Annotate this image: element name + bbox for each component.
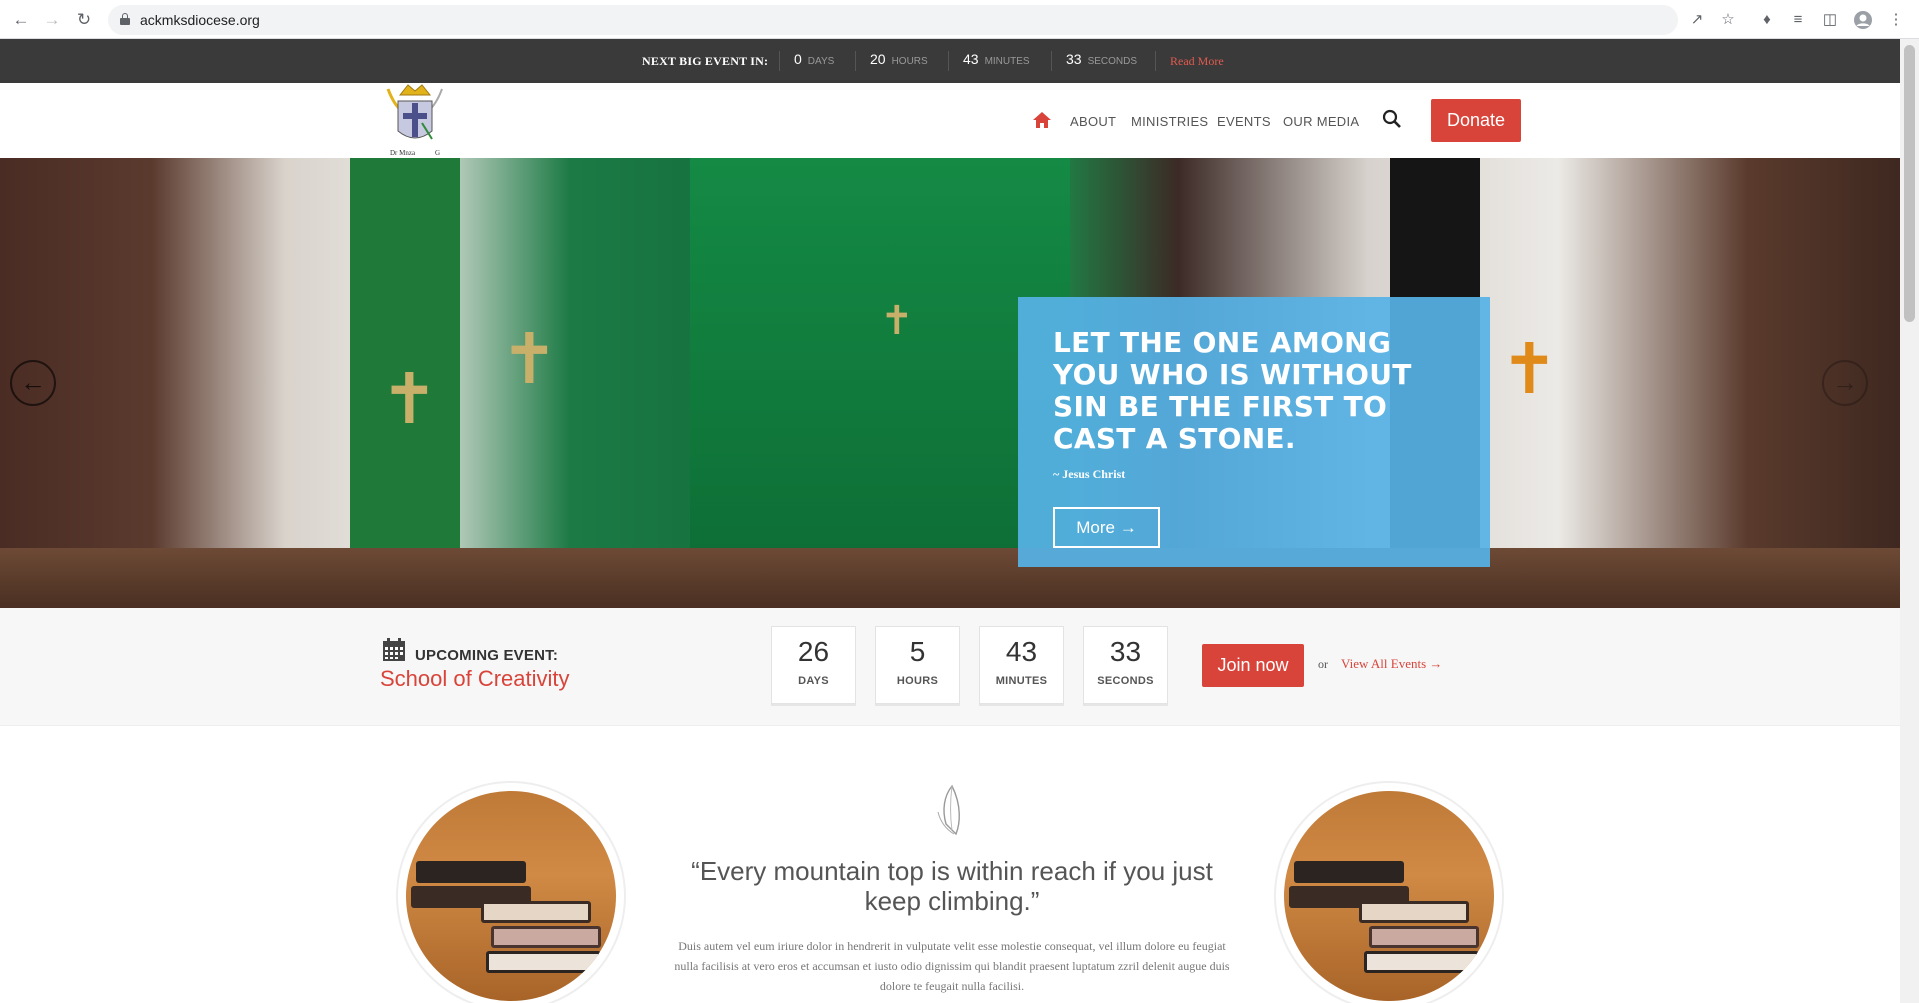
slider-prev-icon[interactable]: ← [10,360,56,406]
page-scrollbar[interactable] [1900,39,1919,1003]
nav-events[interactable]: EVENTS [1217,114,1271,129]
quote-section: “Every mountain top is within reach if y… [0,726,1900,1003]
countdown-hours: 20 HOURS [855,51,928,71]
countdown-box-days: 26 DAYS [771,626,856,704]
praying-hands-icon [930,784,974,836]
hero-image-floor [0,548,1900,608]
browser-menu-icon[interactable]: ⋮ [1886,10,1906,30]
or-text: or [1318,657,1328,671]
reload-icon[interactable]: ↻ [73,9,95,31]
hero-quote-author: ~ Jesus Christ [1053,467,1126,481]
home-icon[interactable] [1032,111,1052,129]
view-all-events-link[interactable]: View All Events → [1341,656,1442,672]
bookmark-star-icon[interactable]: ☆ [1718,10,1738,30]
featured-quote-body: Duis autem vel eum iriure dolor in hendr… [674,939,1230,993]
share-icon[interactable]: ↗ [1687,10,1707,30]
svg-text:G: G [435,149,440,157]
countdown-days: 0 DAYS [779,51,834,71]
next-event-bar: NEXT BIG EVENT IN: 0 DAYS 20 HOURS 43 MINUT… [0,39,1900,83]
countdown-box-minutes: 43 MINUTES [979,626,1064,704]
countdown-box-seconds: 33 SECONDS [1083,626,1168,704]
slider-next-icon[interactable]: → [1822,360,1868,406]
search-icon[interactable] [1382,109,1402,129]
books-image-right [1274,781,1504,1003]
cross-icon: ✝ [380,358,439,440]
hero-more-button[interactable]: More → [1053,507,1160,548]
next-event-label: NEXT BIG EVENT IN: [642,54,769,68]
extensions-icon[interactable]: ♦ [1757,10,1777,30]
divider [1155,51,1156,71]
hero-slider: ✝ ✝ ✝ ✝ ← → LET THE ONE AMONG YOU WHO IS… [0,158,1900,608]
diocese-logo[interactable]: Dr Mnza G [380,83,450,158]
back-icon[interactable]: ← [10,9,32,31]
profile-avatar-icon[interactable] [1853,10,1873,30]
cross-icon: ✝ [880,298,914,344]
hero-quote: LET THE ONE AMONG YOU WHO IS WITHOUT SIN… [1053,326,1412,455]
cross-icon: ✝ [1500,328,1559,410]
upcoming-event-title[interactable]: School of Creativity [380,666,570,692]
scrollbar-thumb[interactable] [1904,45,1915,322]
countdown-box-hours: 5 HOURS [875,626,960,704]
svg-text:Dr Mnza: Dr Mnza [390,149,416,157]
upcoming-event-label: UPCOMING EVENT: [415,647,559,664]
address-bar[interactable] [108,5,1678,35]
site-header: Dr Mnza G ABOUT MINISTRIES EVENTS OUR ME… [0,83,1900,158]
reading-list-icon[interactable]: ≡ [1788,10,1808,30]
lock-icon [120,13,130,25]
side-panel-icon[interactable]: ◫ [1820,10,1840,30]
nav-about[interactable]: ABOUT [1070,114,1116,129]
donate-button[interactable]: Donate [1431,99,1521,142]
hero-image-figure [690,158,1070,608]
calendar-icon [382,638,406,662]
countdown-minutes: 43 MINUTES [948,51,1030,71]
browser-toolbar: ← → ↻ ackmksdiocese.org ↗ ☆ ♦ ≡ ◫ ⋮ [0,0,1919,39]
nav-our-media[interactable]: OUR MEDIA [1283,114,1359,129]
nav-ministries[interactable]: MINISTRIES [1131,114,1208,129]
books-image-left [396,781,626,1003]
read-more-link[interactable]: Read More [1170,54,1224,69]
countdown-seconds: 33 SECONDS [1051,51,1137,71]
hero-quote-box: LET THE ONE AMONG YOU WHO IS WITHOUT SIN… [1018,297,1490,567]
featured-quote: “Every mountain top is within reach if y… [691,856,1213,916]
upcoming-event-section: UPCOMING EVENT: School of Creativity 26 D… [0,608,1900,726]
url-text[interactable]: ackmksdiocese.org [140,12,260,28]
cross-icon: ✝ [500,318,559,400]
forward-icon[interactable]: → [41,9,63,31]
join-now-button[interactable]: Join now [1202,644,1304,687]
